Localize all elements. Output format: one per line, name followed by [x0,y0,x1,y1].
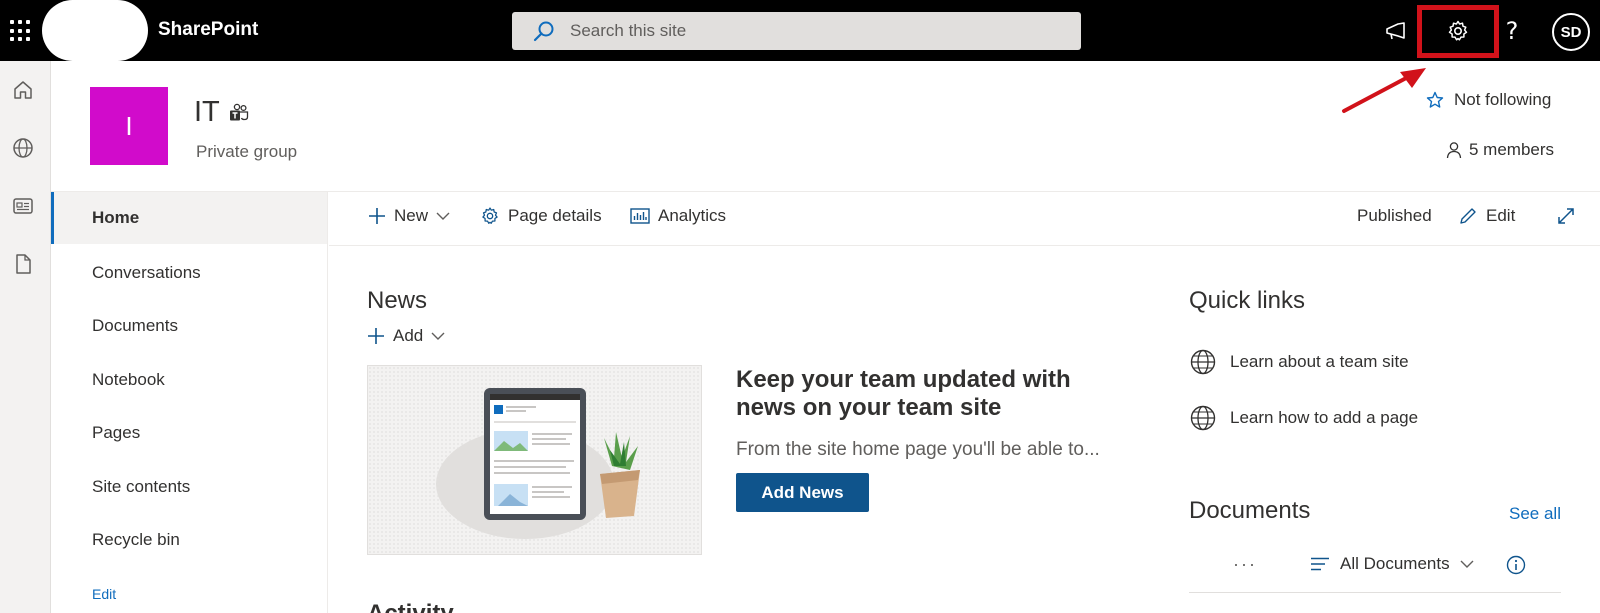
news-headline: Keep your team updated with news on your… [736,366,1071,421]
globe-icon [1190,349,1216,375]
gear-icon [482,207,498,224]
search-icon [533,21,554,42]
analytics-button[interactable]: Analytics [630,206,726,226]
site-logo: I [90,87,168,165]
nav-item-conversations[interactable]: Conversations [51,247,327,299]
app-rail [0,61,51,613]
site-title: IT [194,96,220,128]
teams-icon[interactable] [228,102,250,124]
suite-bar: SharePoint Search this site ? SD [0,0,1600,61]
activity-title: Activity [367,600,454,613]
help-icon[interactable]: ? [1497,16,1527,46]
app-name[interactable]: SharePoint [158,19,258,41]
nav-item-notebook[interactable]: Notebook [51,354,327,406]
new-button[interactable]: New [368,206,450,226]
plus-icon [368,328,384,344]
star-icon [1426,91,1444,108]
add-news-button[interactable]: Add News [736,473,869,512]
document-icon[interactable] [10,251,36,277]
app-launcher-icon[interactable] [8,18,34,44]
follow-label: Not following [1454,90,1552,109]
analytics-icon [630,208,650,224]
chevron-down-icon [431,332,445,340]
globe-icon[interactable] [10,135,36,161]
news-icon[interactable] [10,193,36,219]
view-selector[interactable]: All Documents [1310,554,1474,574]
edit-page-button[interactable]: Edit [1458,206,1515,226]
documents-title: Documents [1189,497,1311,524]
organization-logo [42,0,148,61]
news-add-label: Add [393,326,424,345]
nav-item-home[interactable]: Home [51,192,327,244]
nav-item-recycle-bin[interactable]: Recycle bin [51,514,327,566]
person-icon [1446,142,1462,159]
search-placeholder: Search this site [570,21,687,40]
news-title: News [367,287,428,314]
command-bar: New Page details Analytics Published Edi… [329,192,1600,246]
chevron-down-icon [436,212,450,220]
nav-item-pages[interactable]: Pages [51,407,327,459]
news-illustration [367,365,702,555]
info-icon[interactable] [1506,555,1526,575]
status-text: Published [1357,206,1432,225]
news-description: From the site home page you'll be able t… [736,439,1100,460]
more-options-button[interactable]: ··· [1233,554,1257,575]
page-details-label: Page details [508,206,602,225]
documents-divider [1189,592,1561,593]
nav-item-documents[interactable]: Documents [51,300,327,352]
members-label: 5 members [1469,140,1555,159]
edit-label: Edit [1486,206,1516,225]
quick-link-item[interactable]: Learn how to add a page [1190,405,1418,431]
analytics-label: Analytics [658,206,727,225]
red-annotation-arrow [1342,68,1426,113]
megaphone-icon[interactable] [1381,16,1411,46]
see-all-link[interactable]: See all [1509,504,1561,524]
nav-edit-link[interactable]: Edit [92,586,116,602]
new-label: New [394,206,429,225]
view-label: All Documents [1340,554,1450,573]
quick-links-title: Quick links [1189,287,1306,314]
list-view-icon [1311,557,1329,571]
settings-highlight-box [1417,5,1499,58]
nav-item-site-contents[interactable]: Site contents [51,461,327,513]
home-icon[interactable] [10,77,36,103]
site-subtitle: Private group [196,142,298,161]
plus-icon [369,208,385,224]
follow-button[interactable]: Not following [1426,90,1551,110]
quick-link-label: Learn about a team site [1230,352,1409,371]
members-button[interactable]: 5 members [1445,140,1554,160]
chevron-down-icon [1460,560,1474,568]
site-navigation: Home Conversations Documents Notebook Pa… [51,192,328,613]
search-box[interactable]: Search this site [512,12,1081,50]
globe-icon [1190,405,1216,431]
avatar[interactable]: SD [1552,13,1590,51]
news-add-button[interactable]: Add [367,326,445,346]
quick-link-item[interactable]: Learn about a team site [1190,349,1409,375]
pencil-icon [1460,208,1476,224]
expand-icon[interactable] [1556,206,1576,226]
page-details-button[interactable]: Page details [480,206,602,226]
quick-link-label: Learn how to add a page [1230,408,1419,427]
